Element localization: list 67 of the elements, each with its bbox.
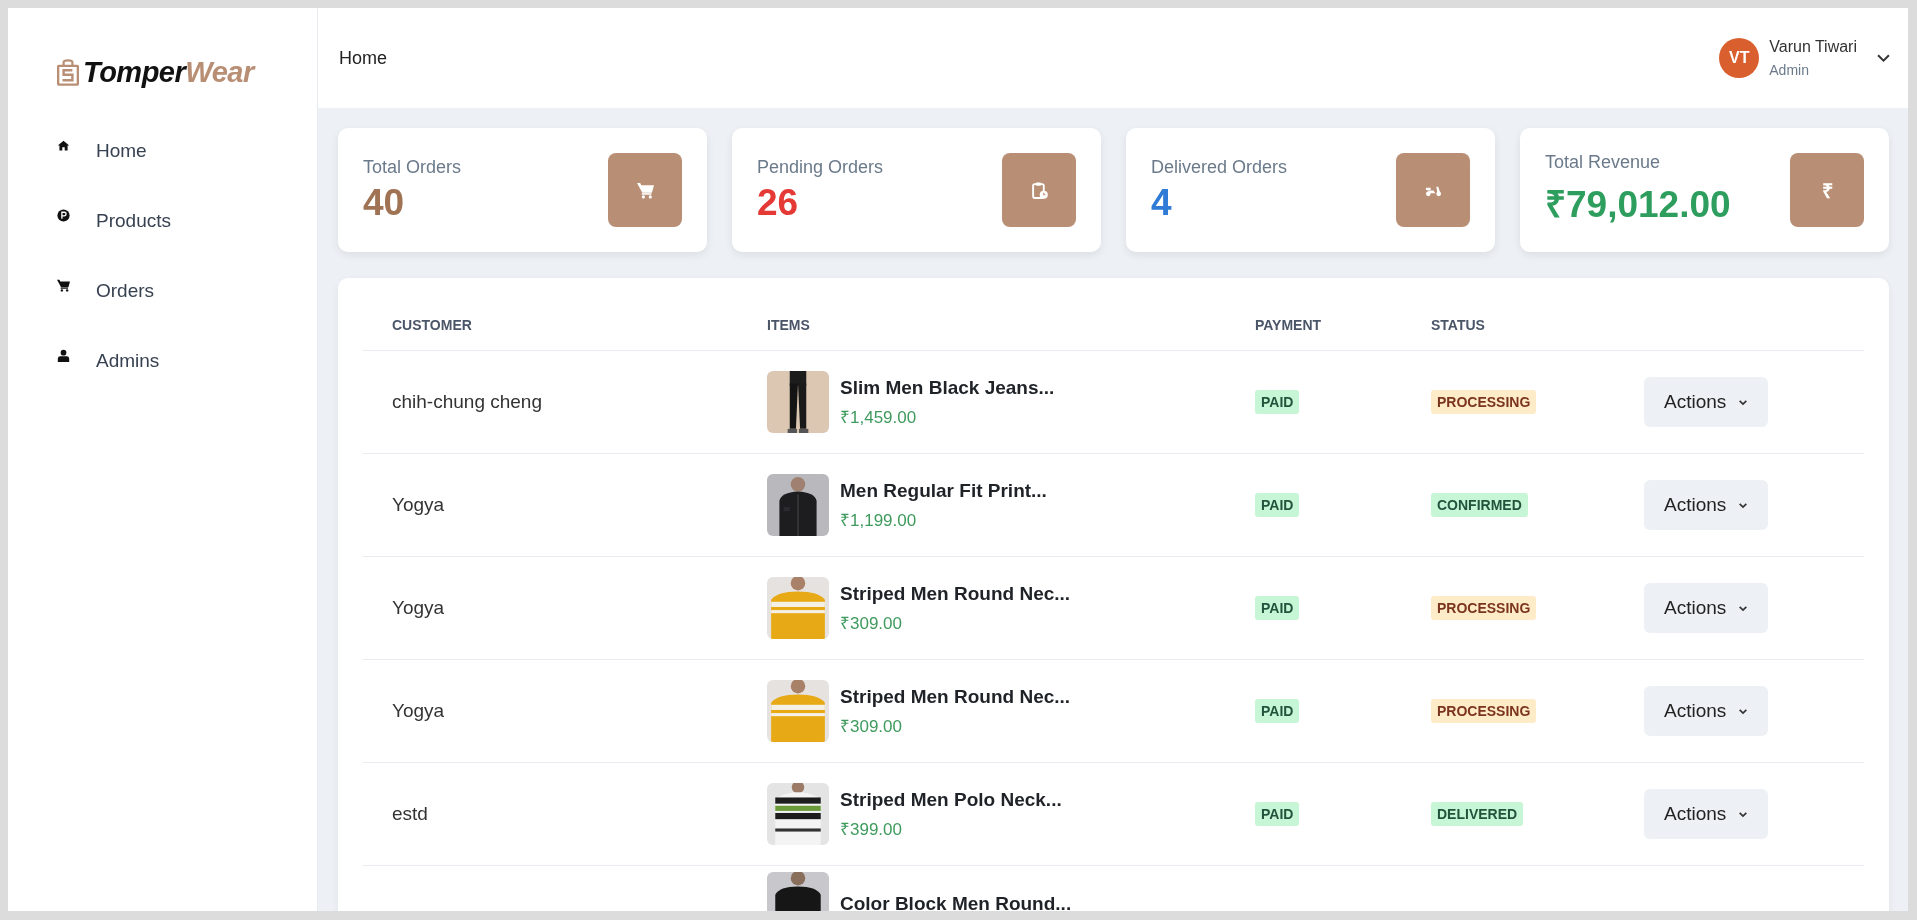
chevron-down-icon bbox=[1877, 53, 1890, 63]
status-badge: DELIVERED bbox=[1431, 802, 1524, 826]
payment-badge: PAID bbox=[1255, 390, 1300, 414]
user-name: Varun Tiwari bbox=[1769, 38, 1857, 56]
payment-badge: PAID bbox=[1255, 493, 1300, 517]
cart-icon bbox=[636, 181, 654, 199]
product-name: Men Regular Fit Print... bbox=[840, 479, 1047, 502]
actions-dropdown[interactable]: Actions bbox=[1644, 480, 1769, 530]
column-header: PAYMENT bbox=[1255, 317, 1323, 333]
product-price: ₹309.00 bbox=[840, 715, 903, 737]
user-icon bbox=[57, 349, 70, 362]
actions-dropdown[interactable]: Actions bbox=[1644, 686, 1769, 736]
shopping-bag-icon bbox=[57, 58, 79, 86]
product-price: ₹1,199.00 bbox=[840, 509, 918, 531]
payment-badge: PAID bbox=[1255, 699, 1300, 723]
product-price: ₹309.00 bbox=[840, 612, 903, 634]
stat-label: Total Revenue bbox=[1545, 152, 1662, 173]
customer-name: Yogya bbox=[392, 700, 445, 721]
actions-dropdown[interactable]: Actions bbox=[1644, 583, 1769, 633]
user-menu[interactable]: VT Varun Tiwari Admin bbox=[1719, 38, 1890, 78]
customer-name: Yogya bbox=[392, 597, 445, 618]
sidebar-item[interactable]: Orders bbox=[57, 276, 317, 305]
column-header: STATUS bbox=[1431, 317, 1486, 333]
stat-label: Total Orders bbox=[363, 156, 462, 178]
status-badge: PROCESSING bbox=[1431, 596, 1537, 620]
sidebar-item[interactable]: Home bbox=[57, 136, 317, 165]
chevron-down-icon bbox=[1738, 810, 1749, 818]
payment-badge: PAID bbox=[1255, 802, 1300, 826]
status-badge: PROCESSING bbox=[1431, 390, 1537, 414]
chevron-down-icon bbox=[1738, 398, 1749, 406]
product-name: Striped Men Round Nec... bbox=[840, 685, 1071, 708]
sidebar-item[interactable]: Admins bbox=[57, 346, 317, 375]
customer-name: estd bbox=[392, 803, 428, 824]
customer-name: Yogya bbox=[392, 494, 445, 515]
actions-dropdown[interactable]: Actions bbox=[1644, 789, 1769, 839]
chevron-down-icon bbox=[1738, 501, 1749, 509]
product-name: Slim Men Black Jeans... bbox=[840, 376, 1055, 399]
product-name: Striped Men Round Nec... bbox=[840, 582, 1071, 605]
payment-badge: PAID bbox=[1255, 596, 1300, 620]
cart-icon bbox=[57, 279, 70, 292]
chevron-down-icon bbox=[1738, 604, 1749, 612]
column-header: ITEMS bbox=[767, 317, 811, 333]
stat-value: 40 bbox=[363, 181, 406, 224]
actions-dropdown[interactable]: Actions bbox=[1644, 377, 1769, 427]
status-badge: PROCESSING bbox=[1431, 699, 1537, 723]
home-icon bbox=[57, 139, 70, 152]
page-title: Home bbox=[339, 47, 387, 69]
stat-value: 26 bbox=[757, 181, 800, 224]
stat-label: Pending Orders bbox=[757, 156, 884, 178]
product-price: ₹399.00 bbox=[840, 818, 903, 840]
status-badge: CONFIRMED bbox=[1431, 493, 1528, 517]
stat-value: 4 bbox=[1151, 181, 1173, 224]
product-price: ₹1,459.00 bbox=[840, 406, 918, 428]
sidebar-item[interactable]: Products bbox=[57, 206, 317, 235]
product-name: Striped Men Polo Neck... bbox=[840, 788, 1062, 811]
rupee-icon: ₹ bbox=[1790, 153, 1864, 227]
product-name: Color Block Men Round... bbox=[840, 893, 1072, 911]
product-icon bbox=[57, 209, 70, 222]
stat-value: ₹79,012.00 bbox=[1545, 183, 1731, 227]
avatar: VT bbox=[1719, 38, 1760, 78]
column-header: CUSTOMER bbox=[392, 317, 473, 333]
clipboard-icon bbox=[1030, 181, 1048, 199]
chevron-down-icon bbox=[1738, 707, 1749, 715]
brand-logo: TomperWear bbox=[83, 55, 254, 89]
user-role: Admin bbox=[1769, 62, 1809, 78]
customer-name: chih-chung cheng bbox=[392, 391, 542, 412]
stat-label: Delivered Orders bbox=[1151, 156, 1288, 178]
